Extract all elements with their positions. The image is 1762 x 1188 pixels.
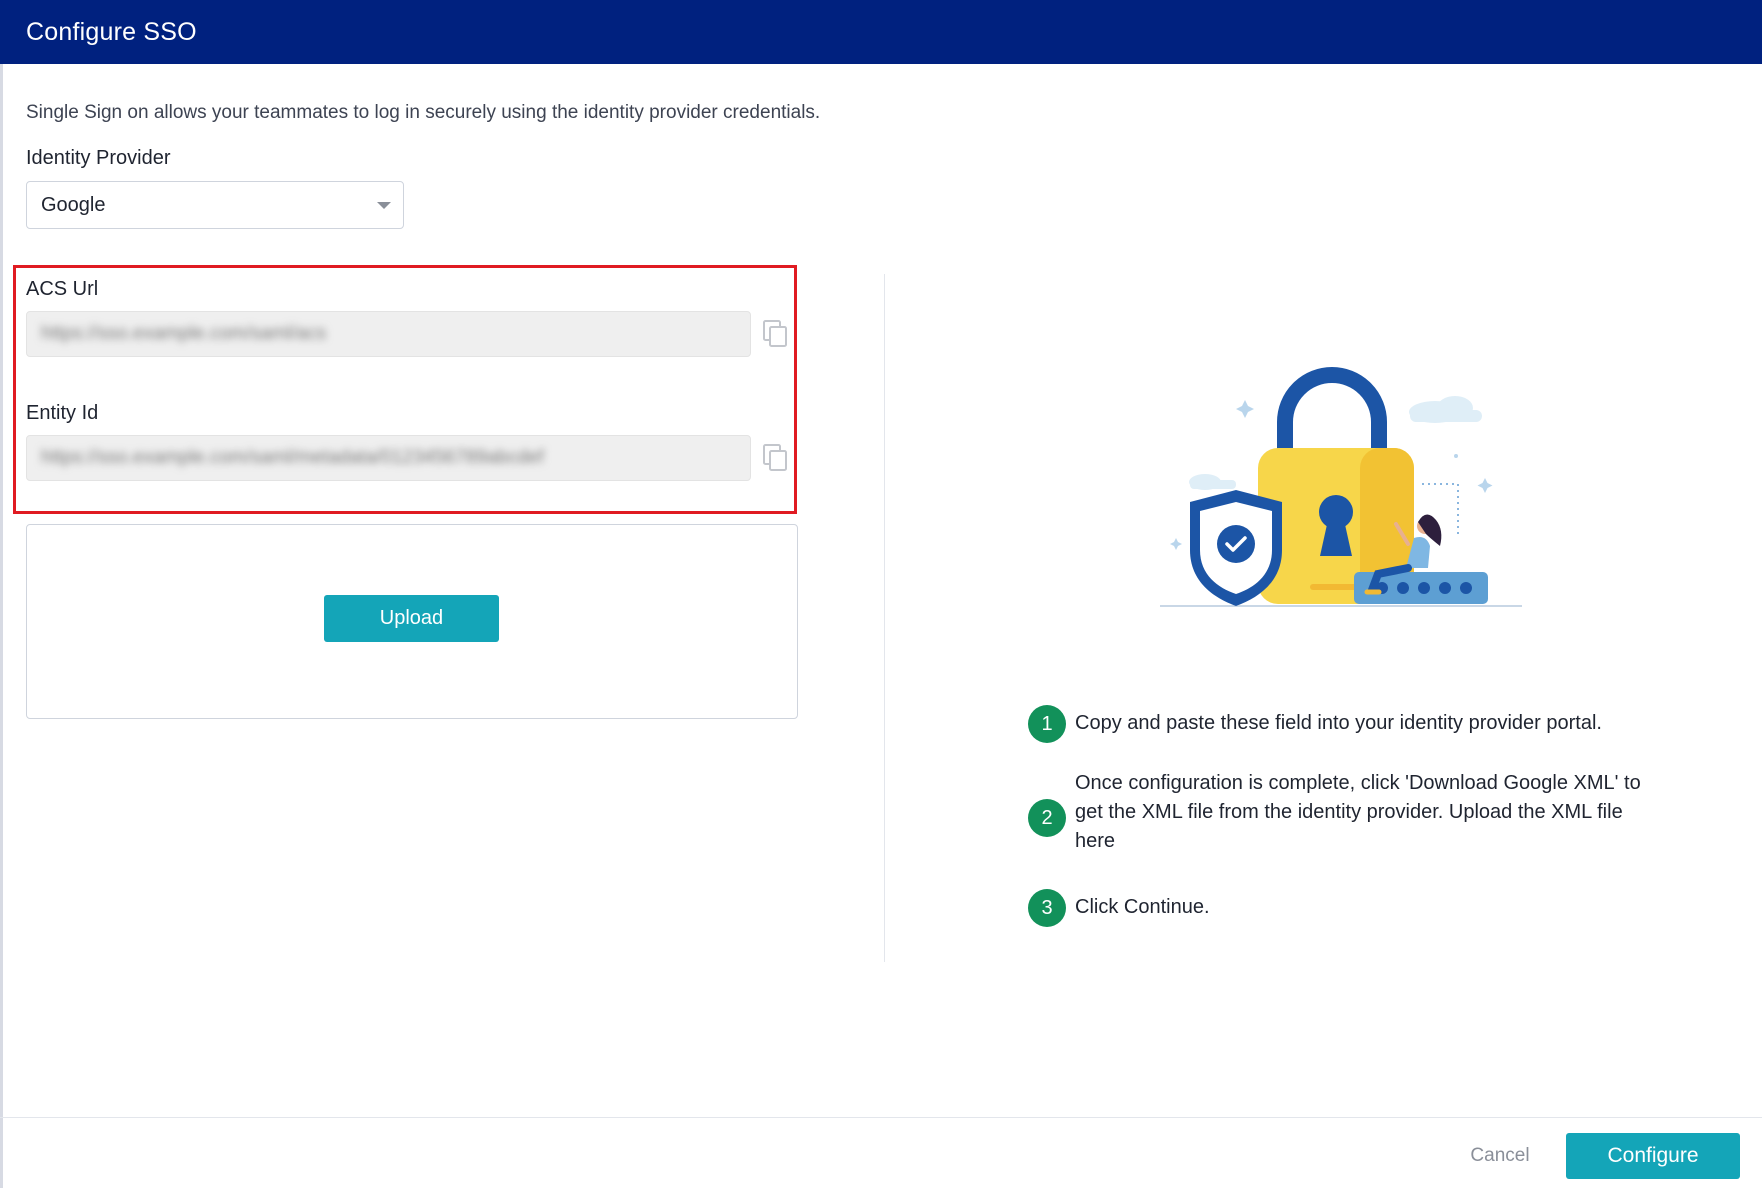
dialog-title: Configure SSO — [26, 17, 197, 46]
dialog-left-border — [0, 64, 3, 1188]
step-text: Copy and paste these field into your ide… — [1075, 712, 1602, 734]
acs-url-field[interactable]: https://sso.example.com/saml/acs — [26, 311, 751, 357]
step-text: Once configuration is complete, click 'D… — [1075, 772, 1641, 852]
dialog-header: Configure SSO — [0, 0, 1762, 64]
step-text: Click Continue. — [1075, 896, 1210, 918]
intro-text: Single Sign on allows your teammates to … — [26, 102, 821, 123]
step-1: 1 Copy and paste these field into your i… — [1028, 705, 1648, 745]
cancel-button[interactable]: Cancel — [1452, 1136, 1548, 1176]
acs-url-label: ACS Url — [26, 278, 99, 300]
step-3: 3 Click Continue. — [1028, 889, 1648, 929]
copy-icon — [763, 320, 787, 347]
configure-button[interactable]: Configure — [1566, 1133, 1740, 1179]
identity-provider-value: Google — [41, 193, 106, 216]
copy-entity-id-button[interactable] — [762, 443, 790, 473]
step-number-badge: 3 — [1028, 889, 1066, 927]
copy-acs-url-button[interactable] — [762, 319, 790, 349]
step-2: 2 Once configuration is complete, click … — [1028, 769, 1648, 861]
chevron-down-icon — [377, 202, 391, 209]
column-divider — [884, 274, 885, 962]
footer-divider — [0, 1117, 1762, 1118]
entity-id-field[interactable]: https://sso.example.com/saml/metadata/01… — [26, 435, 751, 481]
entity-id-value: https://sso.example.com/saml/metadata/01… — [41, 447, 544, 468]
identity-provider-select[interactable]: Google — [26, 181, 404, 229]
lock-security-illustration — [1160, 367, 1522, 607]
entity-id-label: Entity Id — [26, 402, 99, 424]
step-number-badge: 2 — [1028, 799, 1066, 837]
upload-button[interactable]: Upload — [324, 595, 499, 642]
acs-url-value: https://sso.example.com/saml/acs — [41, 323, 327, 344]
step-number-badge: 1 — [1028, 705, 1066, 743]
identity-provider-label: Identity Provider — [26, 147, 171, 169]
copy-icon — [763, 444, 787, 471]
